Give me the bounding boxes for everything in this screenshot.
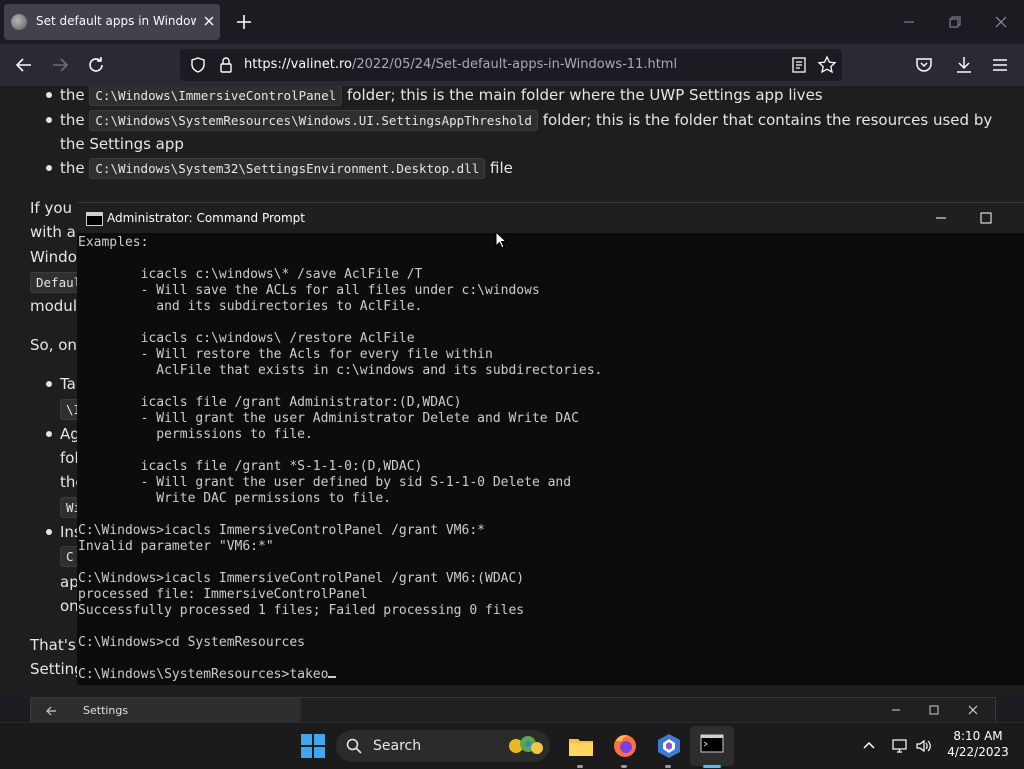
url-domain: https://valinet.ro bbox=[244, 57, 352, 72]
close-tab-icon[interactable] bbox=[202, 14, 216, 28]
list-item-fragment: fol bbox=[60, 449, 79, 467]
close-window-icon[interactable] bbox=[989, 10, 1013, 34]
browser-tab-bar: Set default apps in Windows 11 bbox=[0, 0, 1024, 44]
command-prompt-window[interactable]: Administrator: Command Prompt Examples: … bbox=[77, 202, 1024, 685]
bullet-dot bbox=[46, 165, 52, 171]
start-windows-icon[interactable] bbox=[298, 731, 328, 761]
search-icon bbox=[346, 738, 362, 754]
menu-icon[interactable] bbox=[988, 53, 1012, 77]
list-item: the C:\Windows\System32\SettingsEnvironm… bbox=[60, 157, 513, 180]
cmd-output[interactable]: Examples: icacls c:\windows\* /save AclF… bbox=[78, 235, 602, 683]
terminal-taskbar-button[interactable] bbox=[690, 726, 734, 766]
search-label: Search bbox=[373, 738, 422, 754]
lock-icon[interactable] bbox=[218, 56, 234, 74]
bullet-dot bbox=[46, 117, 52, 123]
network-icon[interactable] bbox=[891, 737, 909, 755]
reload-icon[interactable] bbox=[84, 53, 108, 77]
back-icon[interactable] bbox=[12, 53, 36, 77]
paragraph-fragment: So, on bbox=[30, 336, 77, 354]
list-item-fragment: ap bbox=[60, 573, 79, 591]
search-highlight-icon bbox=[509, 736, 543, 754]
reader-view-icon[interactable] bbox=[790, 56, 808, 74]
inline-code: C:\Windows\SystemResources\Windows.UI.Se… bbox=[89, 110, 538, 131]
taskbar-clock[interactable]: 8:10 AM 4/22/2023 bbox=[940, 728, 1016, 760]
inline-code: C:\Windows\System32\SettingsEnvironment.… bbox=[89, 158, 486, 179]
text-cursor bbox=[328, 676, 337, 678]
browser-tab[interactable]: Set default apps in Windows 11 bbox=[4, 4, 220, 40]
text: folder; this is the main folder where th… bbox=[347, 86, 823, 104]
bullet-dot bbox=[46, 529, 52, 535]
list-item-continuation: the Settings app bbox=[60, 135, 184, 153]
new-tab-icon[interactable] bbox=[232, 10, 256, 34]
cmd-window-title: Administrator: Command Prompt bbox=[107, 211, 305, 225]
paragraph-fragment: That's bbox=[30, 636, 76, 654]
paragraph-fragment: Windo bbox=[30, 248, 77, 266]
downloads-icon[interactable] bbox=[952, 53, 976, 77]
settings-window-title: Settings bbox=[83, 704, 129, 717]
text: the bbox=[60, 111, 85, 129]
tracking-protection-shield-icon[interactable] bbox=[189, 56, 207, 74]
text: the bbox=[60, 86, 85, 104]
bookmark-star-icon[interactable] bbox=[817, 55, 837, 75]
close-window-icon[interactable] bbox=[966, 703, 980, 717]
taskbar-search-box[interactable]: Search bbox=[336, 730, 550, 762]
maximize-icon[interactable] bbox=[978, 210, 994, 226]
minimize-icon[interactable] bbox=[897, 10, 921, 34]
pocket-icon[interactable] bbox=[912, 53, 936, 77]
restore-icon[interactable] bbox=[943, 10, 967, 34]
chevron-up-icon[interactable] bbox=[860, 737, 878, 755]
tab-title: Set default apps in Windows 11 bbox=[36, 14, 196, 28]
list-item: the C:\Windows\SystemResources\Windows.U… bbox=[60, 109, 992, 132]
settings-titlebar-left bbox=[31, 698, 301, 724]
url-text: https://valinet.ro/2022/05/24/Set-defaul… bbox=[244, 57, 677, 72]
cmd-output-text: Examples: icacls c:\windows\* /save AclF… bbox=[78, 235, 603, 682]
mouse-pointer-icon bbox=[495, 231, 507, 249]
list-item-fragment: on bbox=[60, 597, 79, 615]
bullet-dot bbox=[46, 381, 52, 387]
site-favicon-icon bbox=[11, 14, 27, 30]
bullet-dot bbox=[46, 92, 52, 98]
firefox-icon[interactable] bbox=[610, 731, 640, 761]
taskbar: Search 8:10 AM 4/22/2023 bbox=[0, 722, 1024, 769]
url-path: /2022/05/24/Set-default-apps-in-Windows-… bbox=[351, 57, 678, 72]
inline-code: C:\Windows\ImmersiveControlPanel bbox=[89, 86, 343, 106]
text: folder; this is the folder that contains… bbox=[542, 111, 993, 129]
settings-window[interactable]: Settings bbox=[30, 697, 996, 725]
volume-icon[interactable] bbox=[915, 737, 933, 755]
visual-studio-icon[interactable] bbox=[654, 731, 684, 761]
text: the bbox=[60, 159, 85, 177]
clock-time: 8:10 AM bbox=[953, 729, 1003, 743]
list-item: the C:\Windows\ImmersiveControlPanel fol… bbox=[60, 86, 823, 107]
clock-date: 4/22/2023 bbox=[947, 745, 1009, 759]
maximize-icon[interactable] bbox=[927, 703, 941, 717]
minimize-icon[interactable] bbox=[889, 703, 903, 717]
minimize-icon[interactable] bbox=[933, 210, 949, 226]
bullet-dot bbox=[46, 431, 52, 437]
file-explorer-icon[interactable] bbox=[566, 731, 596, 761]
forward-icon[interactable] bbox=[48, 53, 72, 77]
terminal-icon bbox=[700, 734, 724, 753]
paragraph-fragment: with a bbox=[30, 223, 76, 241]
terminal-icon bbox=[86, 212, 103, 226]
paragraph-fragment: Setting bbox=[30, 660, 84, 678]
text: file bbox=[490, 159, 513, 177]
cmd-titlebar[interactable]: Administrator: Command Prompt bbox=[77, 203, 1024, 233]
back-arrow-icon[interactable] bbox=[44, 704, 58, 718]
url-bar[interactable]: https://valinet.ro/2022/05/24/Set-defaul… bbox=[180, 49, 842, 81]
